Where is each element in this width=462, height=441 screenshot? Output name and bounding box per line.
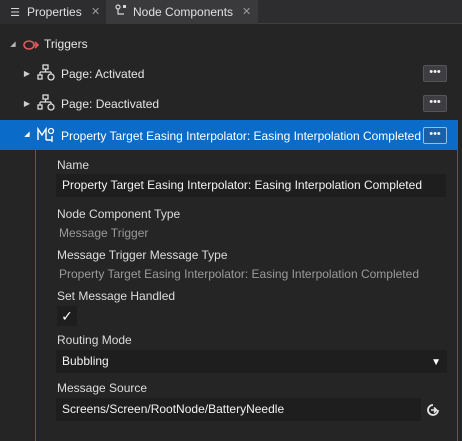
set-message-handled-checkbox[interactable]: ✓ [57,306,77,326]
tree-root-triggers[interactable]: ◢ Triggers [0,33,462,57]
collapse-arrow-icon[interactable]: ◢ [22,130,32,140]
message-source-label: Message Source [57,381,148,395]
tree-root-label: Triggers [44,37,88,51]
message-trigger-icon [37,126,55,142]
more-options-button[interactable]: ••• [423,65,447,82]
expand-arrow-icon[interactable]: ▶ [22,69,32,79]
list-icon: ☰ [10,7,20,19]
message-source-field[interactable]: Screens/Screen/RootNode/BatteryNeedle [56,398,421,421]
page-trigger-icon [37,94,55,111]
trigger-icon [23,40,40,50]
tree-item-label: Page: Deactivated [61,97,160,111]
more-options-button[interactable]: ••• [423,95,447,112]
node-components-icon [114,1,128,25]
tab-node-components-label: Node Components [133,5,234,19]
tree-item-easing-completed[interactable]: ◢ Property Target Easing Interpolator: E… [0,120,458,150]
message-type-label: Message Trigger Message Type [57,248,228,262]
more-options-button[interactable]: ••• [423,127,447,144]
message-type-value: Property Target Easing Interpolator: Eas… [59,267,419,281]
navigate-to-source-icon[interactable] [425,402,441,418]
set-message-handled-label: Set Message Handled [57,289,176,303]
close-icon[interactable]: ✕ [242,0,251,24]
routing-mode-dropdown[interactable]: Bubbling ▼ [56,350,447,373]
tree-item-page-activated[interactable]: ▶ Page: Activated ••• [0,62,462,86]
expand-arrow-icon[interactable]: ▶ [22,99,32,109]
tab-node-components[interactable]: Node Components ✕ [106,0,258,24]
tab-properties-label: Properties [27,5,82,19]
tab-bar: ☰ Properties ✕ Node Components ✕ [0,0,462,24]
collapse-arrow-icon[interactable]: ◢ [8,40,18,50]
tree-item-label: Page: Activated [61,67,145,81]
routing-mode-value: Bubbling [62,354,109,368]
name-field[interactable]: Property Target Easing Interpolator: Eas… [56,174,446,197]
node-component-type-value: Message Trigger [59,226,149,240]
node-component-type-label: Node Component Type [57,207,181,221]
name-label: Name [57,158,90,172]
chevron-down-icon: ▼ [431,357,441,368]
tree-item-page-deactivated[interactable]: ▶ Page: Deactivated ••• [0,92,462,116]
page-trigger-icon [37,64,55,81]
routing-mode-label: Routing Mode [57,333,132,347]
tree-item-label: Property Target Easing Interpolator: Eas… [61,129,421,143]
tab-properties[interactable]: ☰ Properties ✕ [0,0,106,24]
close-icon[interactable]: ✕ [91,0,100,24]
